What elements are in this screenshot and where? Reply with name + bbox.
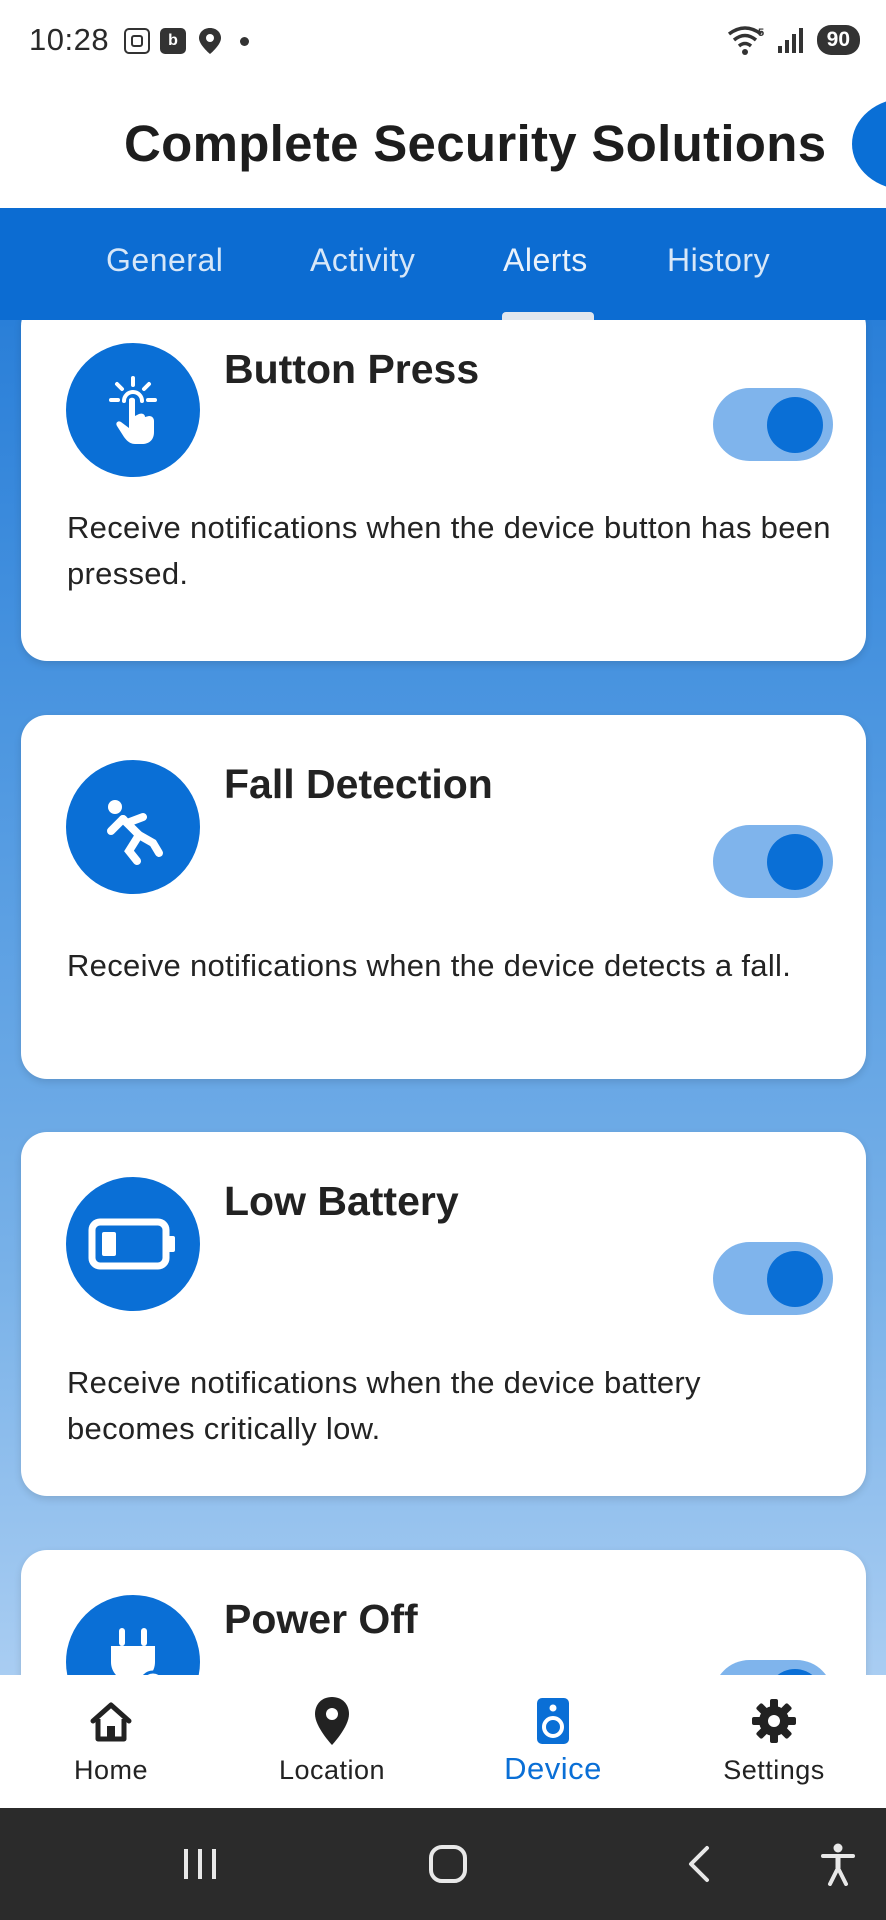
nav-location[interactable]: Location [232,1675,432,1808]
alert-card-fall-detection: Fall Detection Receive notifications whe… [21,715,866,1079]
home-button-icon[interactable] [426,1834,470,1894]
nav-label: Location [278,1755,386,1785]
svg-text:5: 5 [758,27,764,39]
tab-history[interactable]: History [667,242,770,279]
gear-icon [750,1695,798,1747]
status-notification-icons: b [124,26,249,56]
tab-alerts[interactable]: Alerts [503,242,588,279]
alert-description: Receive notifications when the device ba… [67,1365,701,1446]
alert-card-button-press: Button Press Receive notifications when … [21,320,866,661]
recent-apps-icon[interactable] [178,1834,222,1894]
location-pin-icon [312,1695,352,1747]
page-title: Complete Security Solutions [124,115,827,172]
button-press-icon [66,343,200,477]
alert-title: Button Press [224,346,480,392]
tab-activity[interactable]: Activity [310,242,415,279]
battery-indicator: 90 [816,25,860,55]
header-action-button[interactable] [852,98,886,190]
b-app-icon: b [160,28,186,54]
bottom-navigation: Home Location Device Settings [0,1675,886,1808]
tab-general[interactable]: General [106,242,223,279]
power-off-toggle[interactable] [713,1660,833,1675]
status-system-icons: 5 90 [727,24,860,56]
nav-label: Home [73,1755,149,1785]
fall-detection-toggle[interactable] [713,825,833,898]
toggle-knob [767,834,823,890]
screenshot-icon [124,28,150,54]
active-tab-indicator [502,312,594,320]
power-off-icon [66,1595,200,1675]
status-time: 10:28 [29,22,110,57]
button-press-toggle[interactable] [713,388,833,461]
home-icon [87,1695,135,1747]
low-battery-icon [66,1177,200,1311]
low-battery-toggle[interactable] [713,1242,833,1315]
alert-title: Fall Detection [224,761,493,807]
nav-label: Settings [723,1755,825,1785]
signal-icon [777,28,803,53]
accessibility-icon[interactable] [816,1834,860,1894]
wifi-icon: 5 [727,26,764,55]
toggle-knob [767,1251,823,1307]
back-icon[interactable] [676,1834,720,1894]
location-shield-icon [199,28,221,54]
device-icon [535,1695,571,1747]
tab-bar: General Activity Alerts History [0,208,886,320]
fall-detection-icon [66,760,200,894]
nav-label: Device [504,1751,602,1786]
system-navigation-bar [0,1808,886,1920]
app-header: Complete Security Solutions [0,84,886,208]
alert-card-power-off: Power Off [21,1550,866,1675]
notification-dot [240,36,249,46]
alert-card-low-battery: Low Battery Receive notifications when t… [21,1132,866,1496]
toggle-knob [767,397,823,453]
nav-settings[interactable]: Settings [674,1675,874,1808]
alerts-list[interactable]: Button Press Receive notifications when … [0,320,886,1675]
alert-title: Power Off [224,1596,418,1642]
alert-title: Low Battery [224,1178,459,1224]
nav-device[interactable]: Device [453,1675,653,1808]
status-bar: 10:28 b 5 90 [0,0,886,84]
alert-description: Receive notifications when the device bu… [67,510,831,591]
nav-home[interactable]: Home [11,1675,211,1808]
alert-description: Receive notifications when the device de… [67,948,792,983]
